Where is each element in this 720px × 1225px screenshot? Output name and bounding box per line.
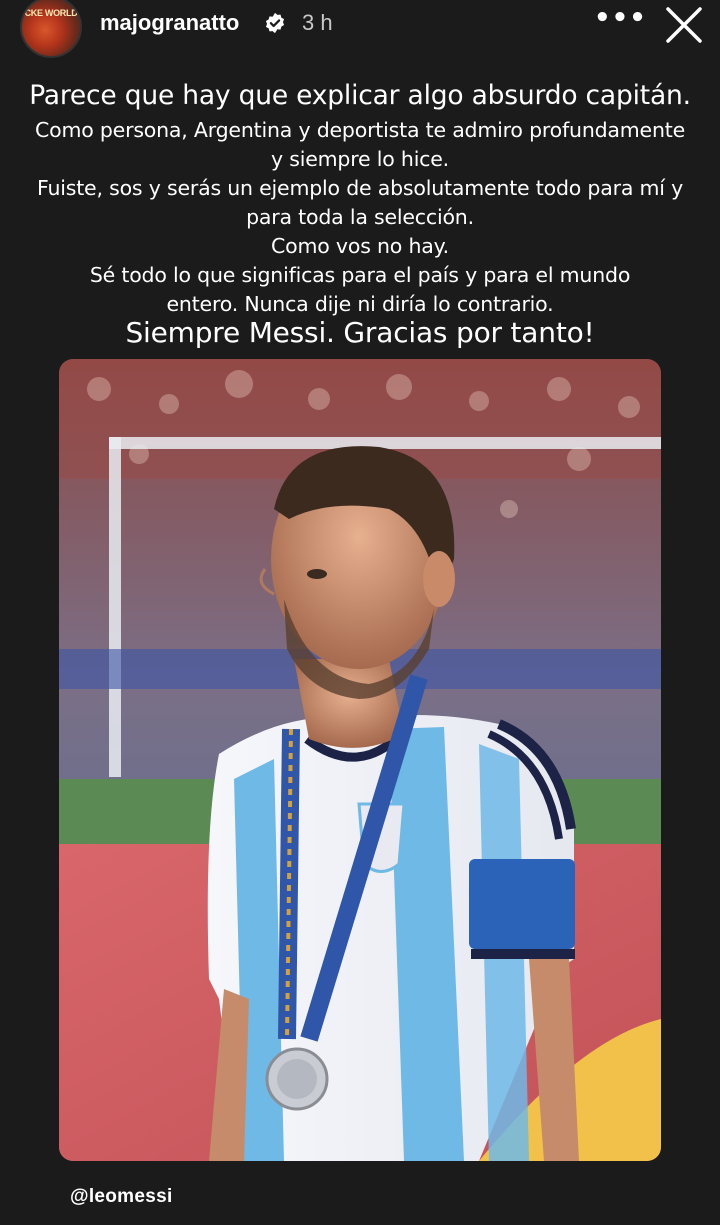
caption-line: Como persona, Argentina y deportista te … xyxy=(34,118,686,142)
avatar-text: CKE WORLD xyxy=(24,8,78,18)
avatar[interactable]: CKE WORLD xyxy=(20,0,82,58)
more-options-icon[interactable]: ••• xyxy=(594,5,646,38)
username[interactable]: majogranatto xyxy=(100,10,239,36)
story-photo xyxy=(59,359,661,1161)
caption-closing: Siempre Messi. Gracias por tanto! xyxy=(125,316,595,349)
caption-line: y siempre lo hice. xyxy=(271,147,449,171)
caption-headline: Parece que hay que explicar algo absurdo… xyxy=(29,80,691,111)
close-icon[interactable] xyxy=(662,3,706,47)
verified-badge-icon xyxy=(265,12,285,34)
caption-body: Como persona, Argentina y deportista te … xyxy=(0,116,720,319)
story-header: CKE WORLD majogranatto 3 h ••• xyxy=(0,0,720,58)
mention-sticker[interactable]: @leomessi xyxy=(70,1186,173,1208)
caption-line: Sé todo lo que significas para el país y… xyxy=(89,263,631,287)
player-photo-illustration xyxy=(59,359,661,1161)
post-time: 3 h xyxy=(302,10,333,35)
caption-line: entero. Nunca dije ni diría lo contrario… xyxy=(166,292,554,316)
caption-line: para toda la selección. xyxy=(246,205,474,229)
caption-line: Fuiste, sos y serás un ejemplo de absolu… xyxy=(36,176,684,200)
caption-line: Como vos no hay. xyxy=(271,234,449,258)
